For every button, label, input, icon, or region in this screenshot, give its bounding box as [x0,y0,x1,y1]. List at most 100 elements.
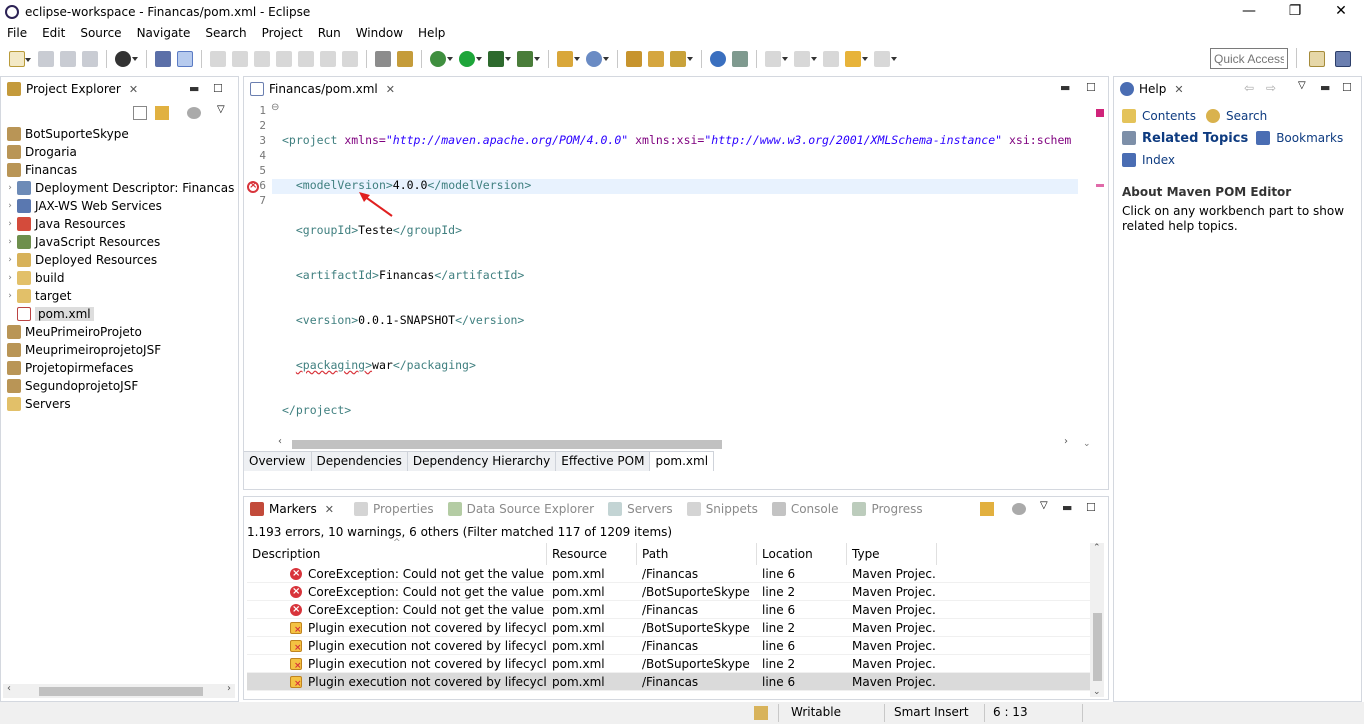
error-marker-icon[interactable] [247,180,259,193]
tree-item-deployed-resources[interactable]: › Deployed Resources [1,251,237,269]
forward-arrow-icon[interactable] [874,51,897,67]
next-annotation-icon[interactable] [765,51,788,67]
maximize-view-icon[interactable]: ☐ [213,82,223,95]
menu-project[interactable]: Project [255,26,311,40]
previous-annotation-icon[interactable] [794,51,817,67]
expand-chevron-icon[interactable]: › [5,255,15,265]
annotation-icon[interactable] [732,51,748,67]
maximize-view-icon[interactable]: ☐ [1342,81,1352,94]
step-return-icon[interactable] [342,51,358,67]
suspend-icon[interactable] [232,51,248,67]
tree-item-meuprimeiroprojeto[interactable]: MeuPrimeiroProjeto [1,323,237,341]
tab-project-explorer[interactable]: Project Explorer ✕ [1,77,145,101]
tree-item-target[interactable]: › target [1,287,237,305]
menu-file[interactable]: File [0,26,35,40]
close-icon[interactable]: ✕ [325,503,334,516]
scroll-right-icon[interactable]: › [227,683,231,694]
scroll-up-icon[interactable]: ⌃ [1093,543,1101,553]
fold-toggle-icon[interactable]: ⊖ [271,102,279,113]
overview-error-mark[interactable] [1096,184,1104,187]
help-link-index[interactable]: Index [1122,149,1357,171]
expand-chevron-icon[interactable]: › [5,183,15,193]
tree-item-financas[interactable]: Financas [1,161,237,179]
status-trim-icon[interactable] [754,706,768,720]
tab-dependencies[interactable]: Dependencies [311,452,408,471]
filters-icon[interactable] [187,107,201,119]
quick-access-input[interactable] [1210,48,1288,69]
markers-vertical-scrollbar[interactable]: ⌃ ⌄ [1090,543,1104,697]
filters-icon[interactable] [1012,503,1026,515]
table-row[interactable]: CoreException: Could not get the value f… [247,565,1097,583]
step-into-icon[interactable] [298,51,314,67]
debug-icon[interactable] [430,51,453,67]
pointer-icon[interactable] [177,51,193,67]
java-ee-perspective-icon[interactable] [1335,51,1351,67]
help-link-related-topics[interactable]: Related Topics [1122,127,1248,149]
tree-item-build[interactable]: › build [1,269,237,287]
new-class-icon[interactable] [586,51,609,67]
menu-edit[interactable]: Edit [35,26,73,40]
view-menu-chevron-down-icon[interactable]: ▽ [217,104,225,115]
scroll-left-icon[interactable]: ‹ [278,436,282,447]
last-edit-location-icon[interactable] [823,51,839,67]
tab-data-source-explorer[interactable]: Data Source Explorer [447,502,594,516]
expand-chevron-icon[interactable]: › [5,201,15,211]
expand-chevron-icon[interactable]: › [5,237,15,247]
minimize-view-icon[interactable]: ▬ [1320,81,1330,94]
column-path[interactable]: Path [637,543,757,565]
save-all-icon[interactable] [60,51,76,67]
scroll-right-icon[interactable]: › [1064,436,1068,447]
table-row[interactable]: CoreException: Could not get the value f… [247,583,1097,601]
tab-snippets[interactable]: Snippets [686,502,758,516]
tree-item-drogaria[interactable]: Drogaria [1,143,237,161]
view-menu-chevron-down-icon[interactable]: ▽ [1040,500,1048,511]
tab-effective-pom[interactable]: Effective POM [556,452,651,471]
run-last-tool-icon[interactable] [397,51,413,67]
close-icon[interactable]: ✕ [129,83,138,96]
expand-chevron-icon[interactable]: › [5,291,15,301]
tree-item-projetopirmefaces[interactable]: Projetopirmefaces [1,359,237,377]
xml-source-editor[interactable]: 1 ⊖ 2 3 4 5 6 7 <project xmlns="http://m… [244,101,1108,451]
search-dropdown-icon[interactable] [670,51,693,67]
scrollbar-thumb[interactable] [39,687,203,696]
menu-help[interactable]: Help [411,26,453,40]
table-row[interactable]: CoreException: Could not get the value f… [247,601,1097,619]
close-window-button[interactable]: ✕ [1318,0,1364,24]
menu-source[interactable]: Source [73,26,129,40]
help-link-contents[interactable]: Contents [1122,105,1196,127]
minimize-view-icon[interactable]: ▬ [189,82,199,95]
scrollbar-thumb[interactable] [1093,613,1102,681]
tab-progress[interactable]: Progress [852,502,923,516]
collapse-all-icon[interactable] [133,106,147,120]
scroll-down-icon[interactable]: ⌄ [1093,687,1101,697]
help-link-bookmarks[interactable]: Bookmarks [1256,127,1343,149]
external-tools-icon[interactable] [517,51,540,67]
resume-icon[interactable] [210,51,226,67]
help-link-search[interactable]: Search [1205,105,1267,127]
open-perspective-icon[interactable] [1309,51,1325,67]
back-arrow-icon[interactable] [845,51,868,67]
link-with-editor-icon[interactable] [155,106,169,120]
scroll-left-icon[interactable]: ‹ [7,683,11,694]
run-icon[interactable] [459,51,482,67]
column-type[interactable]: Type [847,543,937,565]
focus-on-active-task-icon[interactable] [980,502,994,516]
editor-horizontal-scrollbar[interactable]: ‹ › [272,436,1072,451]
back-arrow-icon[interactable]: ⇦ [1244,81,1254,95]
editor-vertical-scrollbar[interactable]: ⌄ [1080,101,1094,451]
disconnect-icon[interactable] [276,51,292,67]
table-row[interactable]: Plugin execution not covered by lifecycl… [247,673,1097,691]
tree-item-servers[interactable]: Servers [1,395,237,413]
maximize-view-icon[interactable]: ☐ [1086,81,1096,94]
code-text[interactable]: <project xmlns="http://maven.apache.org/… [282,103,1071,448]
table-row[interactable]: Plugin execution not covered by lifecycl… [247,619,1097,637]
scrollbar-thumb[interactable] [292,440,722,449]
new-icon[interactable] [9,51,31,67]
table-row[interactable]: Plugin execution not covered by lifecycl… [247,637,1097,655]
new-java-project-icon[interactable] [557,51,580,67]
menu-window[interactable]: Window [349,26,411,40]
tab-help[interactable]: Help ✕ [1114,77,1190,101]
tree-item-pom-xml[interactable]: pom.xml [1,305,237,323]
tree-item-deployment-descriptor[interactable]: › Deployment Descriptor: Financas [1,179,237,197]
explorer-horizontal-scrollbar[interactable]: ‹ › [3,683,235,698]
